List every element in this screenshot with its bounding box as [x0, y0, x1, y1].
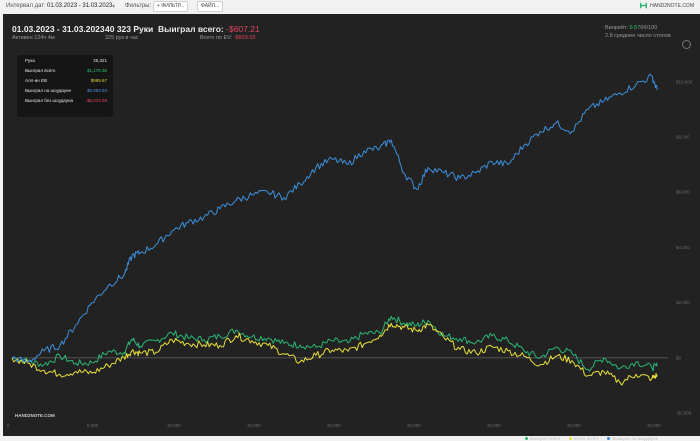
- y-tick-label: $0: [676, 355, 682, 360]
- filters-label: Фильтры:: [125, 3, 152, 9]
- tooltip-row-won: Выиграл всего $1,170.36: [25, 68, 107, 73]
- active-time: Активен 124ч 4м: [12, 35, 55, 41]
- toolbar: Интервал дат: 01.03.2023 - 31.03.2023 ▾ …: [0, 0, 700, 13]
- logo-icon: [639, 2, 647, 9]
- legend-item-won[interactable]: Выиграл всего: [525, 436, 560, 441]
- y-tick-label: $10,000: [676, 79, 693, 84]
- avg-tables: 2.8 среднее число столов: [605, 33, 671, 39]
- y-tick-label: $6,000: [676, 190, 690, 195]
- x-tick-label: 30,000: [487, 423, 501, 428]
- chevron-down-icon[interactable]: ▾: [112, 3, 115, 10]
- interval-label: Интервал дат:: [6, 3, 46, 9]
- logo-text: HAND2NOTE.COM: [650, 2, 694, 9]
- x-tick-label: 10,000: [167, 423, 181, 428]
- tooltip-row-hand: Рука 25,321: [25, 58, 107, 63]
- won-total: Выиграл всего: -$607.21: [158, 24, 260, 34]
- legend-item-ev[interactable]: Всего по EV: [568, 436, 599, 441]
- app-logo: HAND2NOTE.COM: [639, 2, 694, 9]
- graph-panel: $10,000 $8,000 $6,000 $4,000 $2,000 $0 -$2,000…: [3, 14, 700, 441]
- y-tick-label: $2,000: [676, 300, 690, 305]
- winrate: Винрейт: 0.57бб/100: [605, 25, 657, 31]
- ev-total: Всего по EV: -$829.03: [200, 35, 255, 41]
- settings-icon[interactable]: [682, 40, 691, 49]
- tooltip-row-showdown: Выиграл на шоудауне $6,093.94: [25, 88, 107, 93]
- legend-item-showdown[interactable]: Выиграл на шоудауне: [607, 436, 658, 441]
- interval-date-picker[interactable]: 01.03.2023 - 31.03.2023: [47, 3, 112, 9]
- x-tick-label: 25,000: [407, 423, 421, 428]
- series-line-Выиграл-всего: [11, 315, 658, 372]
- x-tick-label: 40,000: [647, 423, 661, 428]
- add-filter-button[interactable]: + ФИЛЬТР...: [153, 1, 189, 12]
- series-line-Всего-по-EV: [11, 322, 658, 386]
- y-tick-label: -$2,000: [676, 411, 692, 416]
- winrate-value: 0.57: [629, 25, 641, 31]
- x-tick-label: 5,000: [87, 423, 99, 428]
- series-line-Выиграл-на-шоудауне: [11, 73, 658, 363]
- hands-count: 40 323 Руки: [105, 24, 154, 34]
- hands-rate: 325 рук в час: [105, 35, 139, 41]
- ev-label: Всего по EV:: [200, 35, 233, 41]
- x-tick-label: 20,000: [327, 423, 341, 428]
- ev-value: -$829.03: [233, 35, 256, 41]
- watermark-logo: HAND2NOTE.COM: [15, 413, 55, 418]
- winrate-label: Винрейт:: [605, 25, 629, 31]
- y-tick-label: $4,000: [676, 245, 690, 250]
- x-tick-label: 0: [7, 423, 10, 428]
- x-tick-label: 35,000: [567, 423, 581, 428]
- hover-tooltip: Рука 25,321 Выиграл всего $1,170.36 Алл-ин…: [17, 55, 113, 117]
- file-button[interactable]: ФАЙЛ...: [197, 1, 224, 12]
- chart-legend: Выиграл всего Всего по EV Выиграл на шоу…: [525, 436, 665, 441]
- tooltip-row-non-showdown: Выиграл без шоудауна -$5,022.58: [25, 98, 107, 103]
- won-value: -$607.21: [226, 24, 260, 34]
- x-tick-label: 15,000: [247, 423, 261, 428]
- winrate-unit: бб/100: [640, 25, 658, 31]
- y-tick-label: $8,000: [676, 135, 690, 140]
- tooltip-row-allin-ev: Алл-ин ЕВ $989.67: [25, 78, 107, 83]
- date-range: 01.03.2023 - 31.03.2023: [12, 24, 105, 34]
- won-label: Выиграл всего:: [158, 24, 224, 34]
